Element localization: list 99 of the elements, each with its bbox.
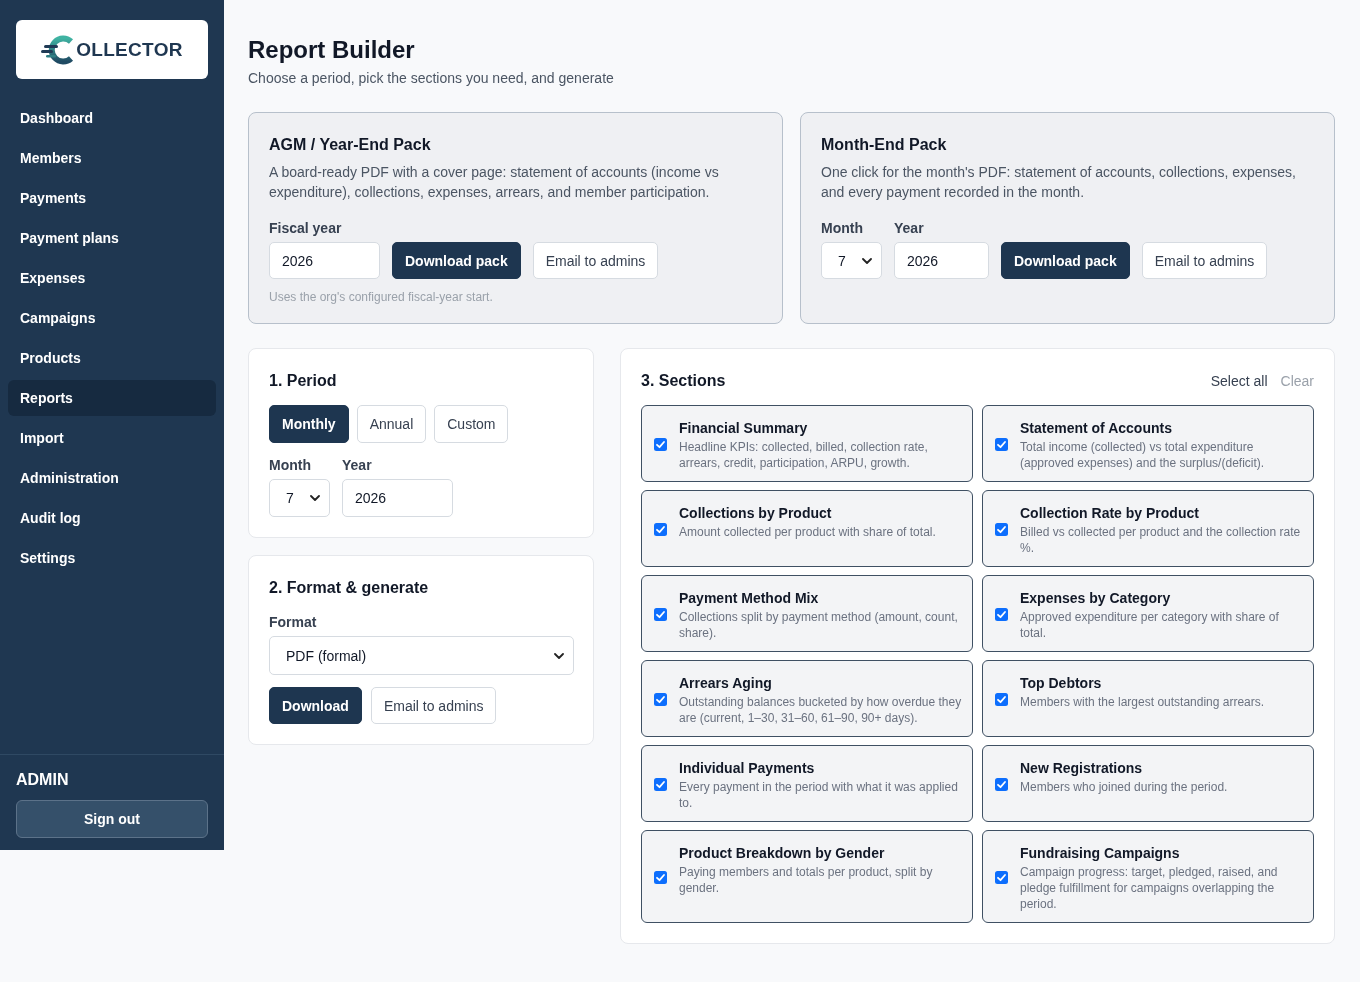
- checkbox[interactable]: [654, 871, 667, 884]
- user-role: ADMIN: [16, 770, 70, 790]
- section-option[interactable]: Collections by Product Amount collected per product with share of total.: [641, 490, 973, 567]
- pack-hint: Uses the org's configured fiscal-year start.: [269, 289, 494, 305]
- pack-title: Month-End Pack: [821, 135, 948, 155]
- section-option[interactable]: Financial Summary Headline KPIs: collected, billed, collection rate, arrears, credit, participation, ARPU, growth.: [641, 405, 973, 482]
- section-option[interactable]: Statement of Accounts Total income (collected) vs total expenditure (approved expenses) and the surplus/(deficit).: [982, 405, 1314, 482]
- section-option[interactable]: Expenses by Category Approved expenditure per category with share of total.: [982, 575, 1314, 652]
- nav-item[interactable]: Expenses: [8, 260, 216, 296]
- checkbox[interactable]: [995, 438, 1008, 451]
- card-title: 1. Period: [269, 371, 338, 391]
- pack-title: AGM / Year-End Pack: [269, 135, 432, 155]
- nav-item[interactable]: Audit log: [8, 500, 216, 536]
- checkbox[interactable]: [654, 693, 667, 706]
- page-title: Report Builder: [248, 35, 416, 65]
- logo-wordmark: OLLECTOR: [76, 38, 183, 61]
- nav-item[interactable]: Import: [8, 420, 216, 456]
- section-title: Collection Rate by Product: [1020, 504, 1200, 523]
- year-input[interactable]: 2026: [342, 479, 453, 517]
- chevron-down-icon: [862, 257, 872, 264]
- email-admins-button[interactable]: Email to admins: [532, 242, 659, 279]
- period-mode-tab[interactable]: Annual: [356, 405, 427, 443]
- section-description: Outstanding balances bucketed by how overdue they are (current, 1–30, 31–60, 61–90, 90+ days).: [679, 694, 962, 726]
- section-option[interactable]: New Registrations Members who joined during the period.: [982, 745, 1314, 822]
- card-title: 2. Format & generate: [269, 578, 430, 598]
- field-label: Month: [821, 219, 864, 238]
- nav-item[interactable]: Settings: [8, 540, 216, 576]
- section-option[interactable]: Product Breakdown by Gender Paying members and totals per product, split by gender.: [641, 830, 973, 923]
- field-label: Format: [269, 613, 318, 632]
- nav-item[interactable]: Administration: [8, 460, 216, 496]
- section-title: Payment Method Mix: [679, 589, 820, 608]
- nav-item[interactable]: Payments: [8, 180, 216, 216]
- section-title: Fundraising Campaigns: [1020, 844, 1181, 863]
- section-description: Campaign progress: target, pledged, raised, and pledge fulfillment for campaigns overlapping the period.: [1020, 864, 1279, 912]
- download-button[interactable]: Download: [269, 687, 362, 724]
- section-option[interactable]: Individual Payments Every payment in the period with what it was applied to.: [641, 745, 973, 822]
- section-title: Individual Payments: [679, 759, 816, 778]
- section-description: Total income (collected) vs total expenditure (approved expenses) and the surplus/(deficit).: [1020, 439, 1266, 471]
- nav-item[interactable]: Campaigns: [8, 300, 216, 336]
- nav-item[interactable]: Payment plans: [8, 220, 216, 256]
- checkbox[interactable]: [654, 608, 667, 621]
- checkbox[interactable]: [995, 871, 1008, 884]
- section-title: Top Debtors: [1020, 674, 1103, 693]
- field-label: Year: [342, 456, 373, 475]
- section-title: Expenses by Category: [1020, 589, 1172, 608]
- select-all-link[interactable]: Select all: [1210, 371, 1268, 391]
- period-mode-tab[interactable]: Custom: [434, 405, 509, 443]
- year-input[interactable]: 2026: [269, 242, 380, 279]
- section-title: New Registrations: [1020, 759, 1144, 778]
- checkbox[interactable]: [995, 693, 1008, 706]
- chevron-down-icon: [310, 495, 320, 501]
- section-description: Billed vs collected per product and the collection rate %.: [1020, 524, 1302, 556]
- section-title: Collections by Product: [679, 504, 833, 523]
- sign-out-button[interactable]: Sign out: [16, 800, 208, 838]
- section-option[interactable]: Collection Rate by Product Billed vs collected per product and the collection rate %.: [982, 490, 1314, 567]
- checkbox[interactable]: [995, 523, 1008, 536]
- year-input[interactable]: 2026: [894, 242, 989, 279]
- checkbox[interactable]: [654, 778, 667, 791]
- nav-item[interactable]: Reports: [8, 380, 216, 416]
- nav-item[interactable]: Members: [8, 140, 216, 176]
- field-label: Month: [269, 456, 312, 475]
- checkbox[interactable]: [995, 778, 1008, 791]
- section-description: Every payment in the period with what it was applied to.: [679, 779, 959, 811]
- checkbox[interactable]: [654, 523, 667, 536]
- download-pack-button[interactable]: Download pack: [392, 242, 521, 279]
- chevron-down-icon: [554, 652, 564, 659]
- nav-item[interactable]: Dashboard: [8, 100, 216, 136]
- section-title: Statement of Accounts: [1020, 419, 1173, 438]
- email-admins-button[interactable]: Email to admins: [370, 687, 497, 724]
- section-option[interactable]: Arrears Aging Outstanding balances bucketed by how overdue they are (current, 1–30, 31–60, 61–90, 90+ days).: [641, 660, 973, 737]
- checkbox[interactable]: [995, 608, 1008, 621]
- section-description: Headline KPIs: collected, billed, collection rate, arrears, credit, participation, ARPU, growth.: [679, 439, 929, 471]
- section-description: Members who joined during the period.: [1020, 779, 1228, 795]
- section-description: Members with the largest outstanding arrears.: [1020, 694, 1265, 710]
- format-select[interactable]: PDF (formal): [269, 636, 574, 675]
- month-select[interactable]: 7: [269, 479, 330, 517]
- page-subtitle: Choose a period, pick the sections you need, and generate: [248, 69, 615, 88]
- pack-description: A board-ready PDF with a cover page: statement of accounts (income vs expenditure), collections, expenses, arrears, and member participation.: [269, 163, 720, 202]
- section-description: Collections split by payment method (amount, count, share).: [679, 609, 959, 641]
- checkbox[interactable]: [654, 438, 667, 451]
- section-option[interactable]: Top Debtors Members with the largest outstanding arrears.: [982, 660, 1314, 737]
- period-mode-tab[interactable]: Monthly: [269, 405, 349, 443]
- pack-description: One click for the month's PDF: statement of accounts, collections, expenses, and every payment recorded in the month.: [821, 163, 1297, 202]
- nav-item[interactable]: Products: [8, 340, 216, 376]
- section-title: Product Breakdown by Gender: [679, 844, 886, 863]
- email-admins-button[interactable]: Email to admins: [1141, 242, 1268, 279]
- section-title: Financial Summary: [679, 419, 809, 438]
- download-pack-button[interactable]: Download pack: [1001, 242, 1130, 279]
- field-label: Year: [894, 219, 925, 238]
- section-title: Arrears Aging: [679, 674, 773, 693]
- logo-mark-icon: [41, 34, 76, 65]
- section-description: Amount collected per product with share of total.: [679, 524, 936, 540]
- section-option[interactable]: Payment Method Mix Collections split by payment method (amount, count, share).: [641, 575, 973, 652]
- section-description: Approved expenditure per category with share of total.: [1020, 609, 1280, 641]
- section-option[interactable]: Fundraising Campaigns Campaign progress: target, pledged, raised, and pledge fulfillment for campaigns overlapping the period.: [982, 830, 1314, 923]
- section-description: Paying members and totals per product, split by gender.: [679, 864, 934, 896]
- field-label: Fiscal year: [269, 219, 343, 238]
- month-select[interactable]: 7: [821, 242, 882, 279]
- card-title: 3. Sections: [641, 371, 726, 391]
